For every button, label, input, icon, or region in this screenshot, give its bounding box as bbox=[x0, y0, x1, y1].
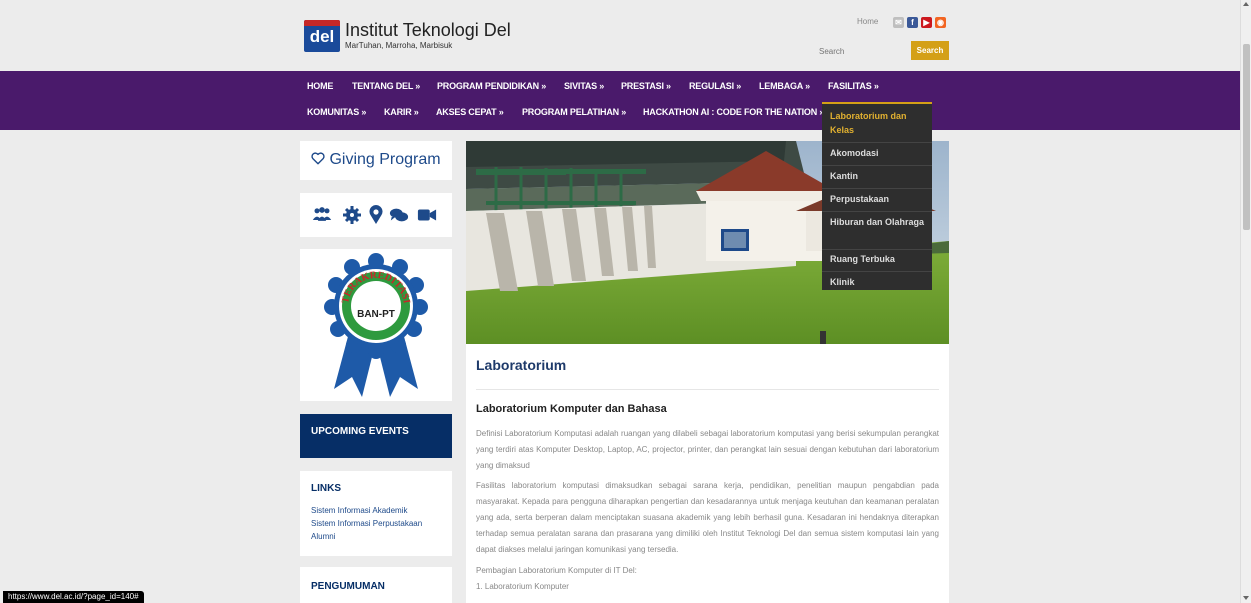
map-pin-icon[interactable] bbox=[366, 205, 386, 225]
link-perpustakaan[interactable]: Sistem Informasi Perpustakaan bbox=[311, 519, 422, 528]
dd-perpustakaan[interactable]: Perpustakaan bbox=[830, 192, 926, 206]
video-camera-icon[interactable] bbox=[417, 205, 437, 225]
search-input[interactable] bbox=[816, 42, 910, 60]
nav-regulasi[interactable]: REGULASI » bbox=[689, 81, 741, 91]
search-button[interactable]: Search bbox=[911, 41, 949, 60]
nav-komunitas[interactable]: KOMUNITAS » bbox=[307, 107, 366, 117]
dd-kantin[interactable]: Kantin bbox=[830, 169, 926, 183]
pengumuman-box: PENGUMUMAN bbox=[300, 567, 452, 603]
main-nav: HOME TENTANG DEL » PROGRAM PENDIDIKAN » … bbox=[0, 71, 1240, 130]
dd-klinik[interactable]: Klinik bbox=[830, 275, 926, 289]
link-alumni[interactable]: Alumni bbox=[311, 532, 335, 541]
link-status-url: https://www.del.ac.id/?page_id=140# bbox=[3, 591, 144, 603]
dd-separator bbox=[822, 249, 932, 250]
nav-program-pelatihan[interactable]: PROGRAM PELATIHAN » bbox=[522, 107, 626, 117]
chat-icon[interactable] bbox=[389, 205, 409, 225]
dd-ruang-terbuka[interactable]: Ruang Terbuka bbox=[830, 252, 926, 266]
nav-lembaga[interactable]: LEMBAGA » bbox=[759, 81, 810, 91]
scroll-thumb[interactable] bbox=[1243, 44, 1250, 230]
scroll-down-icon[interactable] bbox=[1243, 596, 1249, 600]
paragraph-division-intro: Pembagian Laboratorium Komputer di IT De… bbox=[476, 566, 637, 575]
accreditation-badge-box: TERAKREDITASI BAN-PT bbox=[300, 249, 452, 401]
paragraph-facility: Fasilitas laboratorium komputasi dimaksu… bbox=[476, 481, 939, 554]
quick-icons bbox=[300, 193, 452, 237]
vertical-scrollbar[interactable] bbox=[1240, 0, 1251, 603]
heart-icon bbox=[311, 152, 325, 165]
links-box: LINKS Sistem Informasi Akademik Sistem I… bbox=[300, 471, 452, 556]
mail-icon[interactable]: ✉ bbox=[893, 17, 904, 28]
giving-program-link[interactable]: Giving Program bbox=[311, 151, 441, 169]
nav-home[interactable]: HOME bbox=[307, 81, 333, 91]
nav-program-pendidikan[interactable]: PROGRAM PENDIDIKAN » bbox=[437, 81, 546, 91]
dd-laboratorium-kelas[interactable]: Laboratorium dan Kelas bbox=[830, 109, 926, 137]
paragraph-definition: Definisi Laboratorium Komputasi adalah r… bbox=[476, 429, 939, 470]
dd-separator bbox=[822, 271, 932, 272]
gear-icon[interactable] bbox=[342, 205, 362, 225]
youtube-icon[interactable]: ▶ bbox=[921, 17, 932, 28]
upcoming-events-header: UPCOMING EVENTS bbox=[300, 414, 452, 458]
section-title: Laboratorium Komputer dan Bahasa bbox=[476, 403, 667, 415]
giving-program-box[interactable]: Giving Program bbox=[300, 141, 452, 180]
site-tagline: MarTuhan, Marroha, Marbisuk bbox=[345, 41, 453, 50]
nav-hackathon[interactable]: HACKATHON AI : CODE FOR THE NATION » bbox=[643, 107, 824, 117]
dd-separator bbox=[822, 165, 932, 166]
rss-icon[interactable]: ◉ bbox=[935, 17, 946, 28]
paragraph-division-item: 1. Laboratorium Komputer bbox=[476, 582, 569, 591]
links-title: LINKS bbox=[311, 483, 341, 494]
dd-akomodasi[interactable]: Akomodasi bbox=[830, 146, 926, 160]
fasilitas-dropdown: Laboratorium dan Kelas Akomodasi Kantin … bbox=[822, 102, 932, 290]
site-title[interactable]: Institut Teknologi Del bbox=[345, 20, 511, 41]
nav-tentang-del[interactable]: TENTANG DEL » bbox=[352, 81, 420, 91]
users-icon[interactable] bbox=[312, 205, 332, 225]
dd-separator bbox=[822, 188, 932, 189]
dd-separator bbox=[822, 211, 932, 212]
link-siakad[interactable]: Sistem Informasi Akademik bbox=[311, 506, 407, 515]
page-title: Laboratorium bbox=[476, 357, 567, 373]
facebook-icon[interactable]: f bbox=[907, 17, 918, 28]
giving-program-label: Giving Program bbox=[329, 151, 441, 168]
nav-prestasi[interactable]: PRESTASI » bbox=[621, 81, 671, 91]
nav-sivitas[interactable]: SIVITAS » bbox=[564, 81, 604, 91]
pengumuman-title: PENGUMUMAN bbox=[311, 581, 385, 592]
nav-karir[interactable]: KARIR » bbox=[384, 107, 419, 117]
accreditation-badge: TERAKREDITASI BAN-PT bbox=[324, 253, 428, 397]
site-header: del Institut Teknologi Del MarTuhan, Mar… bbox=[0, 0, 1240, 71]
dd-separator bbox=[822, 142, 932, 143]
nav-akses-cepat[interactable]: AKSES CEPAT » bbox=[436, 107, 504, 117]
dd-hiburan-olahraga[interactable]: Hiburan dan Olahraga bbox=[830, 215, 926, 229]
site-logo[interactable]: del bbox=[304, 20, 340, 52]
title-divider bbox=[476, 389, 939, 390]
home-link[interactable]: Home bbox=[857, 17, 878, 26]
scroll-up-icon[interactable] bbox=[1243, 2, 1249, 6]
badge-bottom-text: BAN-PT bbox=[357, 309, 395, 320]
nav-fasilitas[interactable]: FASILITAS » bbox=[828, 81, 879, 91]
upcoming-events-title: UPCOMING EVENTS bbox=[311, 426, 409, 437]
